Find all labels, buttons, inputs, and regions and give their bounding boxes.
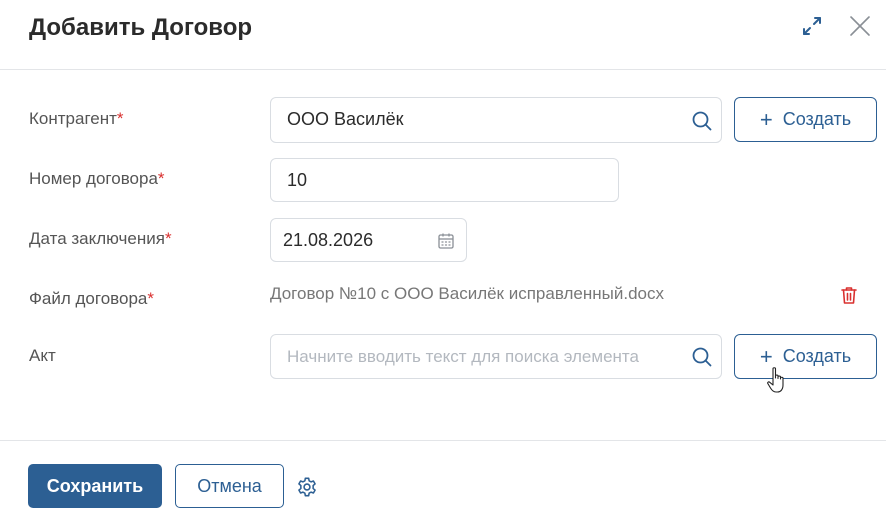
search-icon[interactable]	[690, 345, 714, 369]
act-label: Акт	[29, 346, 56, 365]
contractor-label: Контрагент*	[29, 109, 124, 128]
required-mark: *	[147, 289, 155, 308]
expand-icon[interactable]	[798, 10, 826, 42]
date-value: 21.08.2026	[283, 230, 374, 250]
plus-icon: +	[759, 343, 773, 369]
contract-number-label: Номер договора*	[29, 169, 165, 188]
contract-number-value: 10	[287, 170, 308, 190]
act-create-button[interactable]: + Создать	[734, 334, 877, 379]
trash-icon[interactable]	[838, 284, 860, 306]
save-button[interactable]: Сохранить	[28, 464, 162, 508]
required-mark: *	[116, 109, 124, 128]
dialog-title: Добавить Договор	[29, 14, 253, 41]
cancel-button[interactable]: Отмена	[175, 464, 284, 508]
plus-icon: +	[759, 106, 773, 132]
file-label: Файл договора*	[29, 289, 155, 308]
calendar-icon[interactable]	[436, 231, 456, 251]
contractor-create-button[interactable]: + Создать	[734, 97, 877, 142]
dialog-header: Добавить Договор	[0, 0, 886, 70]
hand-cursor-icon	[766, 366, 788, 394]
required-mark: *	[157, 169, 165, 188]
act-input[interactable]	[270, 334, 722, 379]
contractor-input[interactable]: ООО Василёк	[270, 97, 722, 143]
close-icon[interactable]	[846, 10, 874, 42]
required-mark: *	[164, 229, 172, 248]
date-input[interactable]: 21.08.2026	[270, 218, 467, 262]
act-search-field[interactable]	[287, 335, 665, 378]
date-label: Дата заключения*	[29, 229, 172, 248]
contractor-value: ООО Василёк	[287, 109, 404, 129]
gear-icon[interactable]	[296, 476, 318, 498]
file-name-link[interactable]: Договор №10 с ООО Василёк исправленный.d…	[270, 284, 664, 304]
contract-number-input[interactable]: 10	[270, 158, 619, 202]
search-icon[interactable]	[690, 109, 714, 133]
